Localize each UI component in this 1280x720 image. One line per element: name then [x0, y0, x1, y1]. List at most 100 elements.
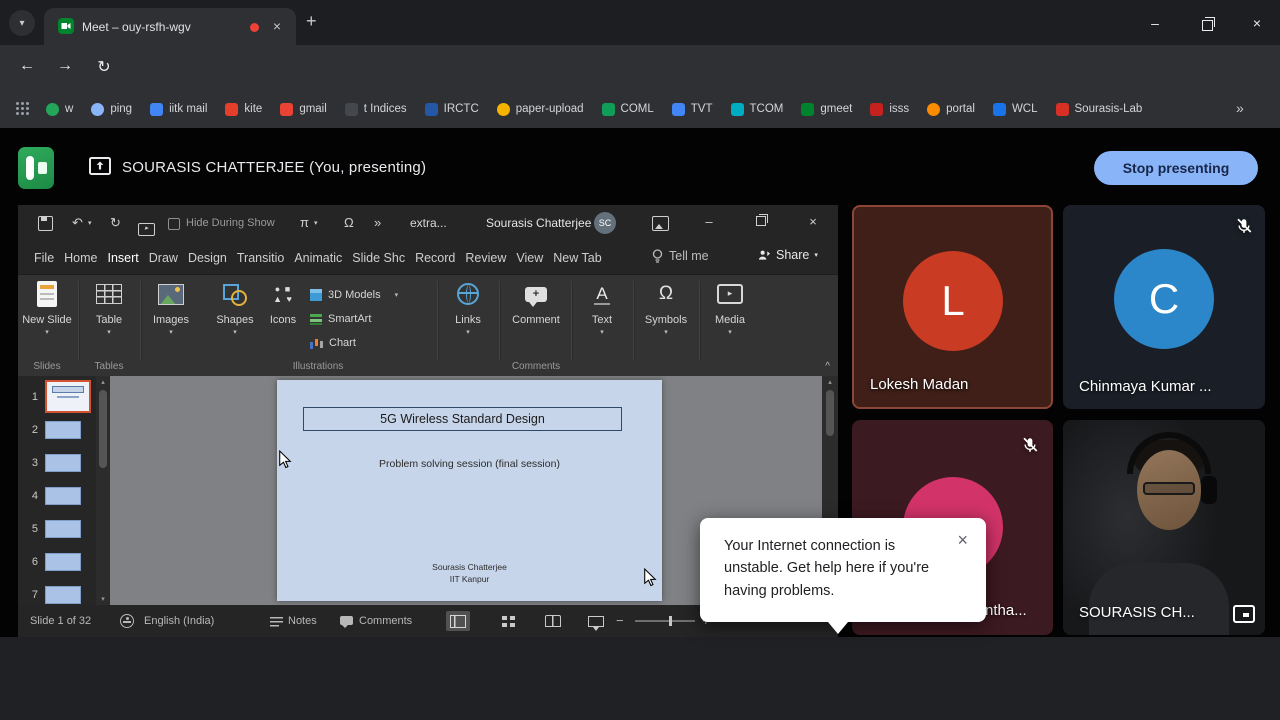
equation-pi-icon[interactable]: π	[300, 215, 309, 230]
bookmarks-overflow-icon[interactable]: »	[1236, 100, 1244, 116]
thumbnail-scrollbar[interactable]: ▴ ▾	[96, 376, 110, 605]
ribbon-tab[interactable]: Home	[64, 251, 97, 265]
ribbon-tab[interactable]: Record	[415, 251, 455, 265]
bookmark[interactable]: TVT	[671, 102, 713, 116]
ribbon-tab[interactable]: View	[516, 251, 543, 265]
symbols-button[interactable]: Ω Symbols ▾	[638, 279, 694, 357]
scroll-up-icon[interactable]: ▴	[822, 378, 838, 386]
normal-view-button[interactable]	[446, 611, 470, 631]
collapse-ribbon-icon[interactable]: ^	[825, 361, 830, 372]
notes-label[interactable]: Notes	[288, 615, 317, 627]
undo-icon[interactable]: ↶	[72, 215, 83, 231]
ribbon-tab[interactable]: File	[34, 251, 54, 265]
window-minimize-button[interactable]: –	[1145, 13, 1165, 33]
ribbon-tab[interactable]: Transitio	[237, 251, 284, 265]
slide-thumbnail[interactable]: 3	[18, 446, 96, 479]
comments-label[interactable]: Comments	[359, 615, 412, 627]
bookmark[interactable]: ping	[91, 102, 132, 116]
reading-view-button[interactable]	[541, 611, 565, 631]
slide-thumbnail[interactable]: 6	[18, 545, 96, 578]
slide-author-block[interactable]: Sourasis Chatterjee IIT Kanpur	[277, 562, 662, 586]
search-box[interactable]: extra...	[410, 216, 447, 230]
ribbon-tab[interactable]: Design	[188, 251, 227, 265]
window-close-button[interactable]: ×	[1247, 13, 1267, 33]
ribbon-tab[interactable]: Review	[465, 251, 506, 265]
bookmark[interactable]: IRCTC	[424, 102, 479, 116]
bookmark[interactable]: TCOM	[730, 102, 783, 116]
reload-icon[interactable]: ↻	[93, 57, 115, 77]
scroll-down-icon[interactable]: ▾	[96, 595, 110, 603]
scrollbar-thumb[interactable]	[99, 390, 107, 468]
table-button[interactable]: Table ▾	[81, 279, 137, 357]
tab-search-button[interactable]: ▾	[9, 10, 35, 36]
links-button[interactable]: Links ▾	[442, 279, 494, 357]
ppt-close-button[interactable]: ×	[804, 214, 822, 229]
tell-me-control[interactable]: Tell me	[652, 249, 709, 263]
slide-sorter-view-button[interactable]	[496, 611, 520, 631]
images-button[interactable]: Images ▾	[143, 279, 199, 357]
bookmark[interactable]: paper-upload	[496, 102, 584, 116]
text-button[interactable]: A Text ▾	[576, 279, 628, 357]
slideshow-from-start-icon[interactable]: ▸	[138, 217, 155, 236]
slide-thumbnail[interactable]: 2	[18, 413, 96, 446]
accessibility-icon[interactable]	[120, 614, 134, 631]
symbol-omega-icon[interactable]: Ω	[344, 215, 354, 230]
slide-subtitle[interactable]: Problem solving session (final session)	[277, 458, 662, 470]
slide-thumbnail[interactable]: 5	[18, 512, 96, 545]
ribbon-tab[interactable]: New Tab	[553, 251, 601, 265]
smartart-button[interactable]: SmartArt	[310, 307, 436, 331]
bookmark[interactable]: WCL	[992, 102, 1038, 116]
slideshow-view-button[interactable]	[584, 611, 608, 631]
apps-grid-icon[interactable]	[16, 102, 30, 116]
back-icon[interactable]: ←	[16, 57, 38, 75]
redo-icon[interactable]: ↻	[110, 215, 121, 231]
account-name[interactable]: Sourasis Chatterjee	[486, 216, 591, 230]
ribbon-tab[interactable]: Slide Shc	[352, 251, 405, 265]
bookmark[interactable]: gmeet	[801, 102, 852, 116]
bookmark[interactable]: w	[46, 102, 73, 116]
shapes-button[interactable]: Shapes ▾	[207, 279, 263, 357]
new-slide-button[interactable]: New Slide ▾	[19, 279, 75, 357]
comment-button[interactable]: + Comment	[506, 279, 566, 357]
bookmark[interactable]: COML	[601, 102, 654, 116]
zoom-slider-thumb[interactable]	[669, 616, 672, 626]
browser-tab[interactable]: Meet – ouy-rsfh-wgv ×	[44, 8, 296, 45]
slide[interactable]: 5G Wireless Standard Design Problem solv…	[277, 380, 662, 601]
bookmark[interactable]: gmail	[280, 102, 327, 116]
bookmark[interactable]: kite	[225, 102, 262, 116]
tab-close-icon[interactable]: ×	[268, 17, 286, 35]
zoom-out-icon[interactable]: −	[616, 613, 624, 628]
bookmark[interactable]: portal	[927, 102, 975, 116]
ribbon-tab[interactable]: Animatic	[294, 251, 342, 265]
scrollbar-thumb[interactable]	[826, 390, 834, 436]
participant-video-tile[interactable]: SOURASIS CH...	[1063, 420, 1265, 635]
share-button[interactable]: Share ▾	[758, 248, 818, 262]
undo-dropdown-icon[interactable]: ▾	[88, 219, 92, 227]
slide-title-box[interactable]: 5G Wireless Standard Design	[303, 407, 622, 431]
stop-presenting-button[interactable]: Stop presenting	[1094, 151, 1258, 185]
bookmark[interactable]: t Indices	[344, 102, 407, 116]
bookmark[interactable]: Sourasis-Lab	[1055, 102, 1142, 116]
chart-button[interactable]: Chart	[310, 331, 436, 355]
media-button[interactable]: ▸ Media ▾	[704, 279, 756, 357]
comments-icon[interactable]	[340, 616, 353, 628]
account-avatar[interactable]: SC	[594, 212, 616, 234]
icons-button[interactable]: ● ■ ▲ ♥ Icons	[261, 279, 305, 357]
photo-icon[interactable]	[652, 216, 669, 236]
picture-in-picture-icon[interactable]	[1233, 605, 1255, 623]
hide-during-show-checkbox[interactable]	[168, 217, 180, 235]
save-icon[interactable]	[38, 216, 53, 236]
scroll-up-icon[interactable]: ▴	[96, 378, 110, 386]
popup-close-icon[interactable]: ×	[957, 530, 968, 551]
equation-dropdown-icon[interactable]: ▾	[314, 219, 318, 227]
ppt-minimize-button[interactable]: –	[700, 214, 718, 229]
participant-tile[interactable]: C Chinmaya Kumar ...	[1063, 205, 1265, 409]
3d-models-button[interactable]: 3D Models ▾	[310, 283, 436, 307]
participant-tile[interactable]: L Lokesh Madan	[852, 205, 1053, 409]
new-tab-button[interactable]: +	[306, 11, 317, 32]
ppt-restore-button[interactable]	[752, 212, 770, 227]
slide-thumbnail[interactable]: 1	[18, 380, 96, 413]
zoom-slider[interactable]	[635, 616, 695, 626]
forward-icon[interactable]: →	[54, 57, 76, 75]
bookmark[interactable]: isss	[870, 102, 909, 116]
